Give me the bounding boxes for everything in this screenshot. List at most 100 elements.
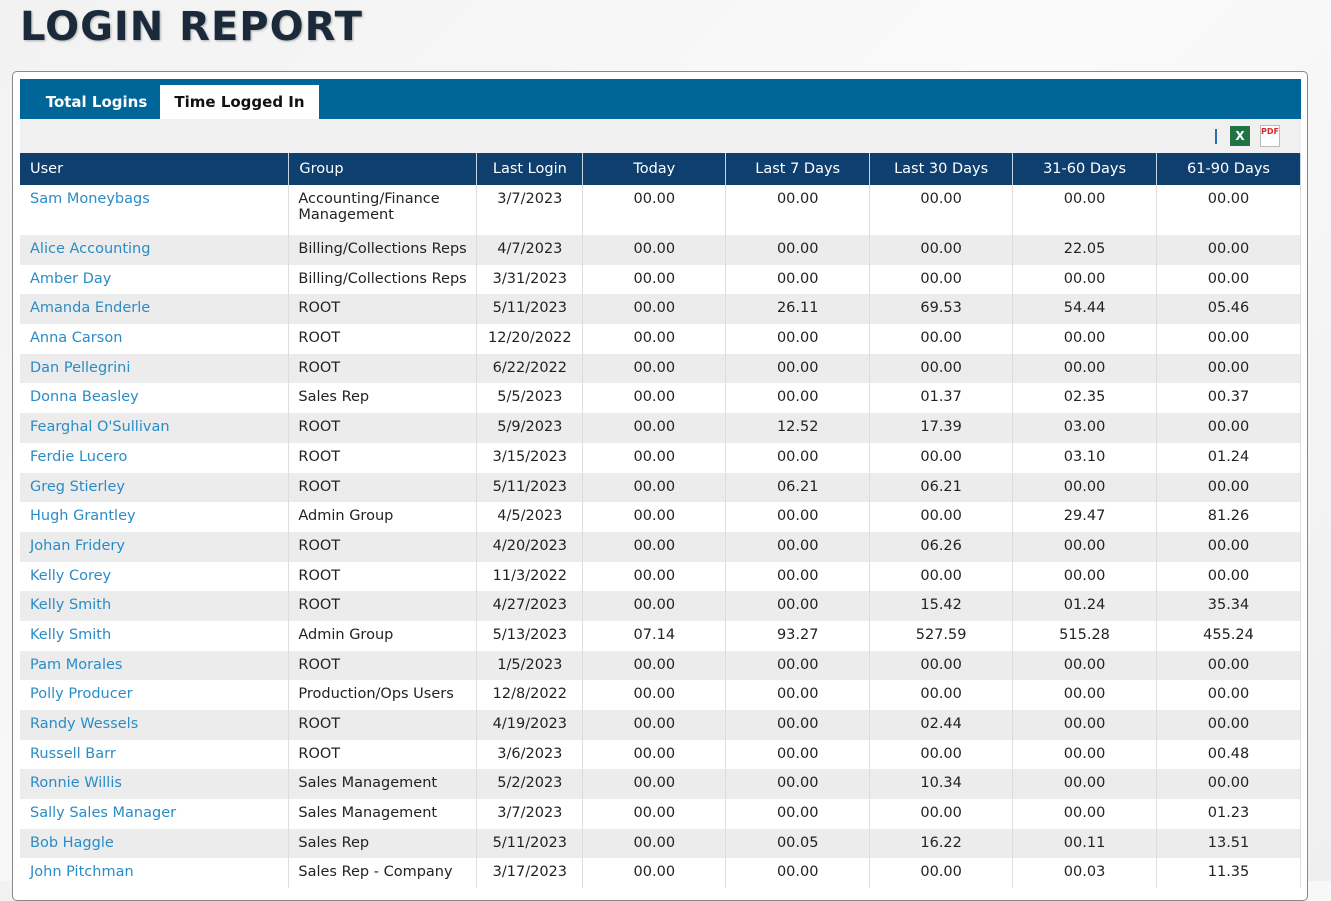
- column-header[interactable]: Last Login: [476, 153, 584, 185]
- tab-time-logged-in[interactable]: Time Logged In: [160, 85, 319, 119]
- excel-icon[interactable]: X: [1230, 126, 1250, 146]
- user-link[interactable]: Alice Accounting: [20, 235, 290, 265]
- user-link[interactable]: Sam Moneybags: [20, 185, 290, 235]
- table-cell: 00.00: [1012, 264, 1158, 295]
- table-cell: 00.00: [869, 858, 1014, 889]
- column-header[interactable]: 61-90 Days: [1156, 153, 1301, 185]
- table-cell: 00.00: [582, 383, 727, 414]
- table-cell: 00.00: [1156, 561, 1301, 592]
- table-cell: 00.00: [869, 561, 1014, 592]
- table-cell: ROOT: [288, 739, 478, 770]
- table-cell: 00.00: [582, 591, 727, 621]
- user-link[interactable]: Polly Producer: [20, 680, 290, 710]
- user-link[interactable]: Pam Morales: [20, 650, 290, 681]
- table-cell: 5/13/2023: [476, 620, 584, 651]
- pdf-icon[interactable]: PDF: [1260, 125, 1280, 147]
- table-cell: 00.00: [725, 680, 871, 710]
- table-row: Randy Wessels ROOT 4/19/2023 00.00 00.00 02.4…: [20, 710, 1301, 740]
- column-header[interactable]: Last 7 Days: [725, 153, 871, 185]
- table-cell: 03.00: [1012, 413, 1158, 443]
- table-cell: 00.00: [869, 799, 1014, 829]
- user-link[interactable]: Kelly Smith: [20, 591, 290, 621]
- table-cell: 00.00: [1012, 185, 1158, 235]
- table-cell: 00.00: [725, 264, 871, 295]
- table-cell: 00.00: [582, 442, 727, 473]
- user-link[interactable]: Russell Barr: [20, 739, 290, 770]
- table-cell: 00.00: [1012, 472, 1158, 503]
- table-cell: 00.00: [725, 739, 871, 770]
- table-row: Pam Morales ROOT 1/5/2023 00.00 00.00 00.00 00…: [20, 650, 1301, 681]
- column-header[interactable]: User: [20, 153, 290, 185]
- user-link[interactable]: Hugh Grantley: [20, 502, 290, 532]
- column-header[interactable]: Group: [288, 153, 478, 185]
- user-link[interactable]: Donna Beasley: [20, 383, 290, 414]
- table-cell: 00.00: [725, 502, 871, 532]
- divider: [1215, 129, 1217, 144]
- table-cell: 00.00: [1012, 799, 1158, 829]
- user-link[interactable]: Kelly Smith: [20, 620, 290, 651]
- table-cell: 03.10: [1012, 442, 1158, 473]
- user-link[interactable]: Bob Haggle: [20, 828, 290, 859]
- column-header[interactable]: Today: [582, 153, 727, 185]
- table-cell: 17.39: [869, 413, 1014, 443]
- table-row: Kelly Smith Admin Group 5/13/2023 07.14 93.2…: [20, 620, 1301, 651]
- tab-total-logins[interactable]: Total Logins: [34, 85, 159, 119]
- user-link[interactable]: Sally Sales Manager: [20, 799, 290, 829]
- user-link[interactable]: Fearghal O'Sullivan: [20, 413, 290, 443]
- table-cell: Accounting/Finance Management: [288, 185, 478, 235]
- table-row: Greg Stierley ROOT 5/11/2023 00.00 06.21 06.2…: [20, 472, 1301, 503]
- table-cell: 00.00: [1012, 710, 1158, 740]
- user-link[interactable]: Johan Fridery: [20, 531, 290, 562]
- table-cell: 00.00: [725, 185, 871, 235]
- table-cell: 00.00: [1156, 531, 1301, 562]
- table-cell: 5/9/2023: [476, 413, 584, 443]
- user-link[interactable]: Amanda Enderle: [20, 294, 290, 325]
- table-cell: 4/19/2023: [476, 710, 584, 740]
- user-link[interactable]: Dan Pellegrini: [20, 353, 290, 384]
- column-header[interactable]: 31-60 Days: [1012, 153, 1158, 185]
- table-row: Kelly Corey ROOT 11/3/2022 00.00 00.00 00.00 0…: [20, 561, 1301, 592]
- user-link[interactable]: Ferdie Lucero: [20, 442, 290, 473]
- table-cell: 06.21: [725, 472, 871, 503]
- report-panel: Total Logins Time Logged In X PDF User Gr…: [12, 71, 1308, 901]
- table-cell: 515.28: [1012, 620, 1158, 651]
- table-row: Polly Producer Production/Ops Users 12/8/2…: [20, 680, 1301, 710]
- table-cell: 1/5/2023: [476, 650, 584, 681]
- table-cell: 00.00: [582, 769, 727, 800]
- table-cell: 00.00: [1156, 650, 1301, 681]
- table-cell: 3/17/2023: [476, 858, 584, 889]
- table-cell: 00.00: [869, 502, 1014, 532]
- table-cell: 00.00: [725, 858, 871, 889]
- table-cell: 3/6/2023: [476, 739, 584, 770]
- table-cell: 00.00: [582, 413, 727, 443]
- user-link[interactable]: Randy Wessels: [20, 710, 290, 740]
- table-cell: 00.00: [582, 235, 727, 265]
- user-link[interactable]: Ronnie Willis: [20, 769, 290, 800]
- user-link[interactable]: John Pitchman: [20, 858, 290, 889]
- table-cell: 00.00: [1012, 769, 1158, 800]
- user-link[interactable]: Greg Stierley: [20, 472, 290, 503]
- table-row: Bob Haggle Sales Rep 5/11/2023 00.00 00.05 16…: [20, 828, 1301, 859]
- table-row: Kelly Smith ROOT 4/27/2023 00.00 00.00 15.42 0…: [20, 591, 1301, 621]
- table-cell: 00.00: [1012, 324, 1158, 354]
- table-cell: Admin Group: [288, 502, 478, 532]
- table-cell: 93.27: [725, 620, 871, 651]
- table-row: Donna Beasley Sales Rep 5/5/2023 00.00 00.00…: [20, 383, 1301, 414]
- column-header[interactable]: Last 30 Days: [869, 153, 1014, 185]
- table-cell: 12.52: [725, 413, 871, 443]
- table-row: Fearghal O'Sullivan ROOT 5/9/2023 00.00 12.5…: [20, 413, 1301, 443]
- table-cell: 00.00: [725, 383, 871, 414]
- table-cell: 00.03: [1012, 858, 1158, 889]
- table-cell: 12/8/2022: [476, 680, 584, 710]
- table-cell: Sales Rep - Company: [288, 858, 478, 889]
- table-cell: 00.00: [869, 353, 1014, 384]
- table-cell: 00.00: [869, 442, 1014, 473]
- user-link[interactable]: Anna Carson: [20, 324, 290, 354]
- table-cell: 455.24: [1156, 620, 1301, 651]
- table-cell: 05.46: [1156, 294, 1301, 325]
- user-link[interactable]: Amber Day: [20, 264, 290, 295]
- table-cell: 00.00: [1156, 472, 1301, 503]
- table-row: Johan Fridery ROOT 4/20/2023 00.00 00.00 06.2…: [20, 531, 1301, 562]
- user-link[interactable]: Kelly Corey: [20, 561, 290, 592]
- table-row: Russell Barr ROOT 3/6/2023 00.00 00.00 00.00 0…: [20, 739, 1301, 770]
